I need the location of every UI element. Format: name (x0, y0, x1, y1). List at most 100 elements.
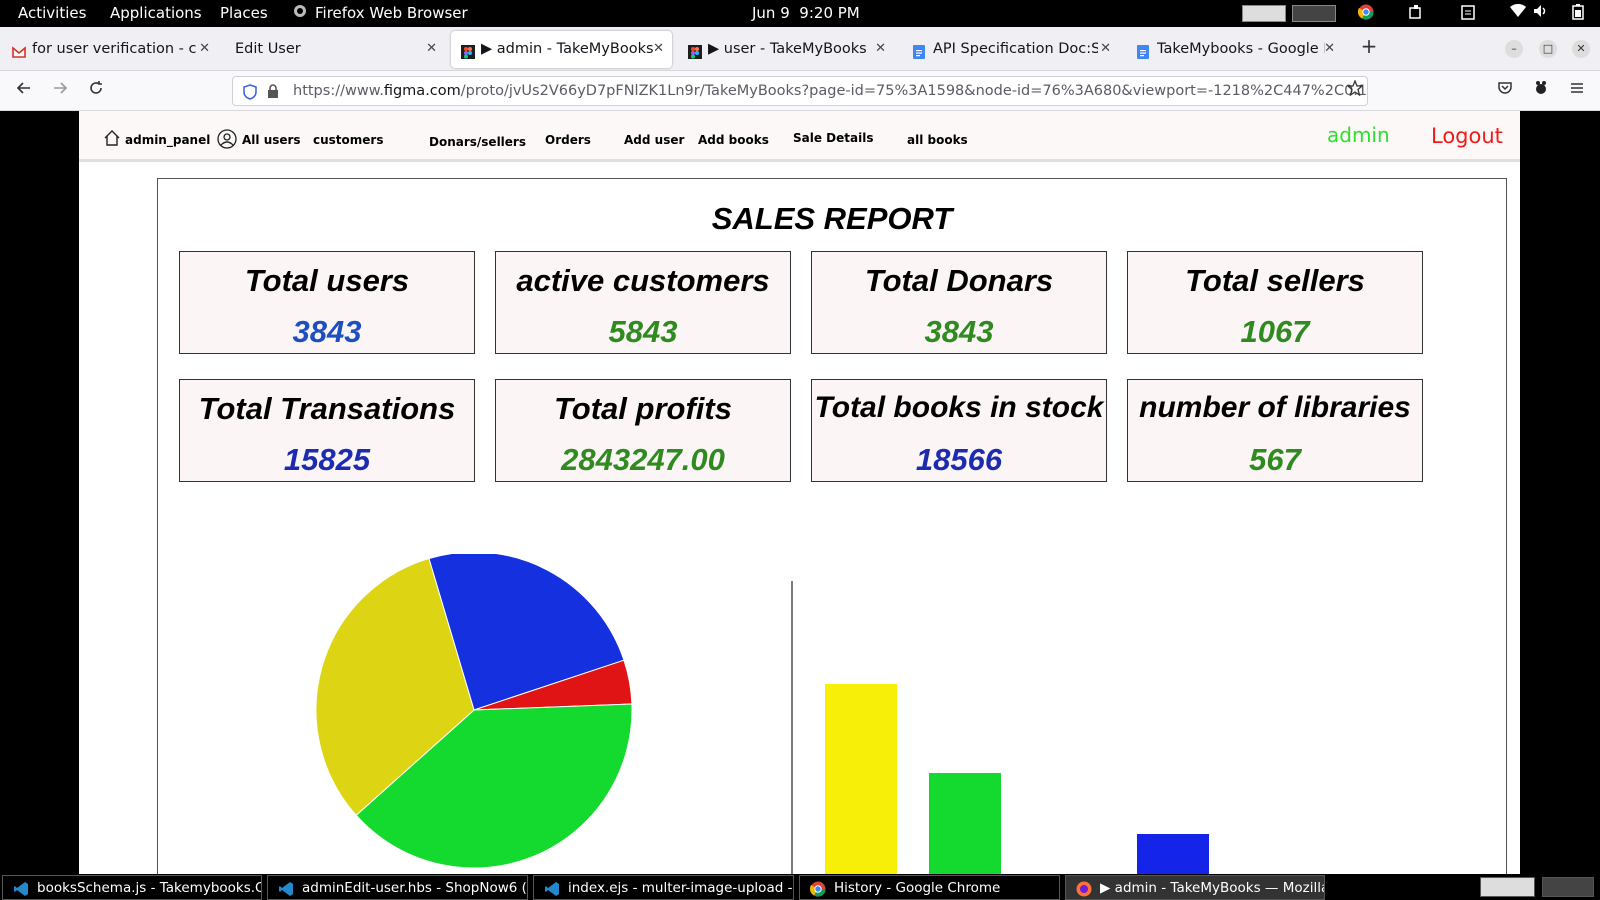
minimize-button[interactable]: – (1505, 40, 1523, 58)
nav-all-users[interactable]: All users (242, 133, 301, 147)
stat-label: Total Transations (198, 391, 456, 426)
bar-3 (1137, 834, 1209, 874)
task-firefox-admin[interactable]: ▶ admin - TakeMyBooks — Mozilla... (1065, 875, 1325, 900)
close-icon[interactable]: ✕ (426, 41, 437, 56)
lock-icon (268, 84, 278, 98)
active-app-menu[interactable]: Firefox Web Browser (315, 4, 468, 22)
url-path: /proto/jvUs2V66yD7pFNlZK1Ln9r/TakeMyBook… (460, 83, 1368, 99)
extension-icon (1536, 81, 1546, 94)
stat-card-total-profits: Total profits 2843247.00 (495, 379, 791, 482)
firefox-app-icon (293, 4, 307, 22)
admin-navbar: admin_panel All users customers Donars/s… (79, 111, 1520, 162)
hamburger-icon (1571, 83, 1583, 93)
close-icon[interactable]: ✕ (875, 41, 886, 56)
task-vscode-adminedit[interactable]: adminEdit-user.hbs - ShopNow6 (c... (267, 875, 528, 900)
reload-button[interactable] (84, 79, 108, 103)
tab-api-spec[interactable]: API Specification Doc:Sam ✕ (903, 31, 1119, 68)
nav-donars-sellers[interactable]: Donars/sellers (429, 135, 526, 149)
close-icon[interactable]: ✕ (1324, 41, 1335, 56)
workspace-indicator-1[interactable] (1480, 877, 1535, 897)
gmail-icon (12, 45, 26, 59)
stat-value: 5843 (608, 314, 678, 349)
prototype-page: admin_panel All users customers Donars/s… (79, 111, 1520, 874)
firefox-icon (1076, 881, 1092, 897)
logout-link[interactable]: Logout (1431, 124, 1503, 148)
volume-icon[interactable] (1533, 4, 1549, 22)
nav-add-books[interactable]: Add books (698, 133, 769, 147)
tab-edit-user[interactable]: Edit User ✕ (225, 31, 445, 68)
figma-icon (461, 45, 475, 59)
tab-admin-takemybooks[interactable]: ▶ admin - TakeMyBooks ✕ (451, 31, 672, 68)
close-icon[interactable]: ✕ (1100, 41, 1111, 56)
stat-card-total-donars: Total Donars 3843 (811, 251, 1107, 354)
stat-label: Total sellers (1185, 263, 1365, 298)
stat-value: 1067 (1240, 314, 1310, 349)
chrome-tray-icon[interactable] (1357, 4, 1374, 22)
nav-sale-details[interactable]: Sale Details (793, 131, 873, 145)
stat-value: 18566 (915, 442, 1003, 477)
stat-label: Total users (244, 263, 410, 298)
wifi-icon[interactable] (1510, 3, 1526, 22)
charts-area (315, 554, 1209, 874)
extensions-button[interactable] (1529, 79, 1553, 103)
nav-orders[interactable]: Orders (545, 133, 591, 147)
vscode-icon (545, 882, 559, 896)
stat-label: Total Donars (864, 263, 1054, 298)
tab-takemybooks-doc[interactable]: TakeMybooks - Google Do ✕ (1127, 31, 1343, 68)
clock[interactable]: Jun 9 9:20 PM (752, 4, 860, 22)
clipboard-tray-icon[interactable] (1461, 4, 1475, 22)
url-prefix: https://www. (293, 83, 384, 99)
google-docs-icon (913, 45, 927, 59)
figma-icon (688, 45, 702, 59)
stat-label: Total profits (554, 391, 732, 426)
close-window-button[interactable]: ✕ (1572, 40, 1590, 58)
stat-value: 15825 (283, 442, 371, 477)
nav-customers[interactable]: customers (313, 133, 383, 147)
task-vscode-booksschema[interactable]: booksSchema.js - Takemybooks.Or... (2, 875, 262, 900)
back-button[interactable] (12, 79, 36, 103)
applications-menu[interactable]: Applications (110, 4, 202, 22)
nav-all-books[interactable]: all books (907, 133, 968, 147)
back-arrow-icon (16, 82, 30, 94)
close-icon[interactable]: ✕ (653, 41, 664, 56)
close-icon[interactable]: ✕ (199, 41, 210, 56)
bar-chart (825, 684, 1209, 874)
address-bar[interactable]: https://www.figma.com/proto/jvUs2V66yD7p… (232, 76, 1368, 106)
sales-report-panel: SALES REPORT Total users 3843 active cus… (157, 178, 1507, 874)
pocket-button[interactable] (1493, 79, 1517, 103)
stat-value: 567 (1249, 442, 1301, 477)
user-circle-icon (217, 129, 237, 152)
home-icon (103, 129, 121, 150)
battery-icon[interactable] (1572, 4, 1584, 22)
places-menu[interactable]: Places (220, 4, 268, 22)
workspace-2[interactable] (1292, 5, 1336, 22)
stat-value: 2843247.00 (561, 442, 725, 477)
stat-value: 3843 (924, 314, 994, 349)
forward-arrow-icon (54, 82, 68, 94)
activities-button[interactable]: Activities (18, 4, 86, 22)
pocket-icon (1498, 82, 1512, 94)
star-icon (1346, 79, 1364, 97)
stat-card-total-transations: Total Transations 15825 (179, 379, 475, 482)
extension-tray-icon[interactable] (1408, 4, 1424, 22)
task-vscode-index[interactable]: index.ejs - multer-image-upload - V... (533, 875, 794, 900)
google-docs-icon (1137, 45, 1151, 59)
task-chrome-history[interactable]: History - Google Chrome (799, 875, 1060, 900)
tab-gmail[interactable]: for user verification - cpm ✕ (2, 31, 218, 68)
nav-admin-panel[interactable]: admin_panel (125, 133, 210, 147)
workspace-1[interactable] (1242, 5, 1286, 22)
url-domain: figma.com (383, 83, 461, 99)
new-tab-button[interactable]: + (1360, 36, 1378, 56)
bookmark-star-button[interactable] (1343, 79, 1367, 103)
menu-button[interactable] (1565, 79, 1589, 103)
nav-add-user[interactable]: Add user (624, 133, 684, 147)
workspace-indicator-2[interactable] (1542, 877, 1594, 897)
maximize-button[interactable]: □ (1539, 40, 1557, 58)
stat-label: Total books in stock (814, 391, 1104, 424)
chrome-icon (810, 881, 826, 897)
admin-label[interactable]: admin (1327, 123, 1390, 147)
tab-user-takemybooks[interactable]: ▶ user - TakeMyBooks ✕ (678, 31, 894, 68)
shield-icon (243, 84, 257, 100)
report-title: SALES REPORT (711, 201, 953, 236)
forward-button[interactable] (48, 79, 72, 103)
